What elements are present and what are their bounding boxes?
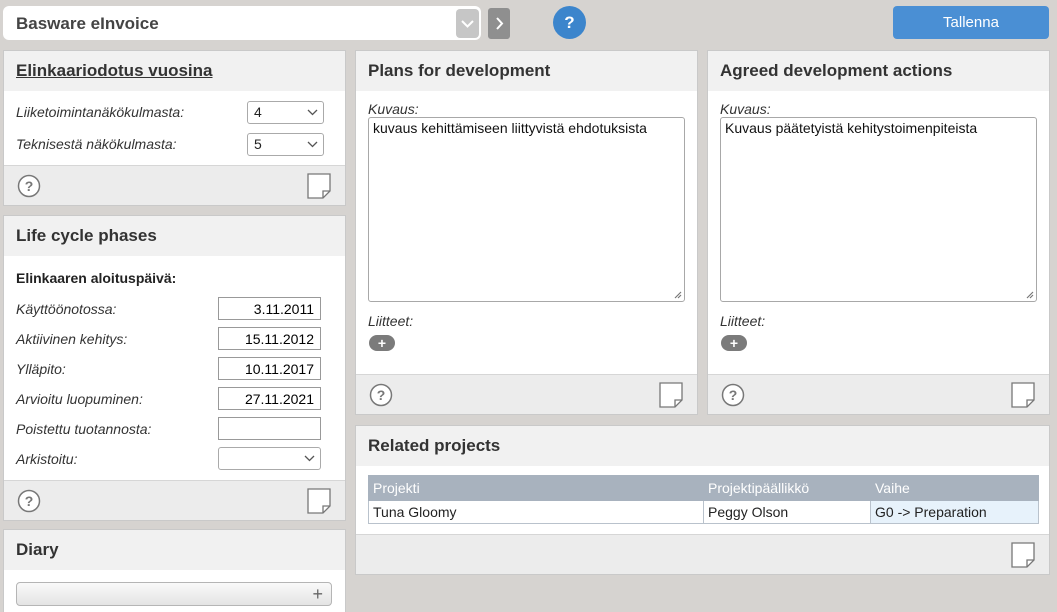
business-perspective-label: Liiketoimintanäkökulmasta: (16, 104, 185, 120)
table-row[interactable]: Tuna Gloomy Peggy Olson G0 -> Preparatio… (368, 500, 1039, 524)
diary-title: Diary (4, 530, 345, 570)
phase-label: Arkistoitu: (16, 451, 78, 467)
chevron-right-icon (496, 17, 504, 30)
phase-date-field[interactable] (218, 357, 321, 380)
panel-footer: ? (4, 165, 345, 205)
phase-label: Käyttöönotossa: (16, 301, 117, 317)
agreed-description-value: Kuvaus päätetyistä kehitystoimenpiteista (725, 120, 978, 136)
business-perspective-select[interactable]: 4 (247, 101, 324, 124)
lifecycle-forecast-panel: Elinkaariodotus vuosina Liiketoimintanäk… (3, 50, 346, 206)
phase-cell[interactable]: G0 -> Preparation (870, 500, 1039, 524)
resize-grip-icon[interactable] (674, 291, 682, 299)
agreed-actions-title: Agreed development actions (708, 51, 1049, 91)
lifecycle-start-heading: Elinkaaren aloituspäivä: (16, 270, 177, 286)
system-title: Basware eInvoice (16, 14, 159, 33)
help-icon[interactable]: ? (17, 489, 41, 513)
chevron-down-icon (307, 141, 318, 148)
phase-date-field[interactable] (218, 297, 321, 320)
svg-text:?: ? (377, 387, 386, 403)
archived-select[interactable] (218, 447, 321, 470)
technical-perspective-select[interactable]: 5 (247, 133, 324, 156)
panel-footer: ? (356, 374, 697, 414)
related-projects-table: Projekti Projektipäällikkö Vaihe Tuna Gl… (368, 475, 1039, 524)
project-cell[interactable]: Tuna Gloomy (368, 500, 704, 524)
attachments-label: Liitteet: (720, 313, 766, 329)
life-cycle-phases-panel: Life cycle phases Elinkaaren aloituspäiv… (3, 215, 346, 521)
related-projects-title: Related projects (356, 426, 1049, 466)
help-icon[interactable]: ? (721, 383, 745, 407)
agreed-description-textarea[interactable]: Kuvaus päätetyistä kehitystoimenpiteista (720, 117, 1037, 302)
add-attachment-button[interactable]: + (369, 335, 395, 351)
diary-panel: Diary + (3, 529, 346, 612)
related-projects-panel: Related projects Projekti Projektipäälli… (355, 425, 1050, 575)
attachments-label: Liitteet: (368, 313, 414, 329)
add-attachment-button[interactable]: + (721, 335, 747, 351)
business-perspective-value: 4 (254, 104, 262, 120)
table-header-row: Projekti Projektipäällikkö Vaihe (368, 475, 1039, 501)
agreed-actions-panel: Agreed development actions Kuvaus: Kuvau… (707, 50, 1050, 415)
chevron-down-icon (304, 455, 315, 462)
phase-label: Arvioitu luopuminen: (16, 391, 143, 407)
document-icon[interactable] (1011, 542, 1035, 568)
column-header-phase[interactable]: Vaihe (870, 475, 1039, 501)
help-icon[interactable]: ? (369, 383, 393, 407)
phase-label: Aktiivinen kehitys: (16, 331, 128, 347)
column-header-project[interactable]: Projekti (368, 475, 704, 501)
technical-perspective-label: Teknisestä näkökulmasta: (16, 136, 177, 152)
system-selector[interactable]: Basware eInvoice (3, 6, 481, 40)
document-icon[interactable] (659, 382, 683, 408)
plus-icon: + (312, 584, 323, 604)
chevron-down-icon (461, 20, 474, 28)
resize-grip-icon[interactable] (1026, 291, 1034, 299)
phase-date-field[interactable] (218, 327, 321, 350)
diary-add-bar[interactable]: + (16, 582, 332, 606)
save-button[interactable]: Tallenna (893, 6, 1049, 39)
plans-description-value: kuvaus kehittämiseen liittyvistä ehdotuk… (373, 120, 647, 136)
phase-label: Ylläpito: (16, 361, 66, 377)
phase-date-field[interactable] (218, 417, 321, 440)
description-label: Kuvaus: (720, 101, 771, 117)
phase-date-field[interactable] (218, 387, 321, 410)
lifecycle-forecast-header: Elinkaariodotus vuosina (4, 51, 345, 91)
help-button[interactable]: ? (553, 6, 586, 39)
plans-panel: Plans for development Kuvaus: kuvaus keh… (355, 50, 698, 415)
lifecycle-forecast-title[interactable]: Elinkaariodotus vuosina (16, 61, 213, 80)
project-manager-cell[interactable]: Peggy Olson (703, 500, 871, 524)
next-button[interactable] (488, 8, 510, 39)
column-header-project-manager[interactable]: Projektipäällikkö (703, 475, 871, 501)
svg-text:?: ? (25, 493, 34, 509)
system-dropdown-toggle[interactable] (456, 9, 479, 38)
document-icon[interactable] (307, 173, 331, 199)
description-label: Kuvaus: (368, 101, 419, 117)
panel-footer (356, 534, 1049, 574)
document-icon[interactable] (307, 488, 331, 514)
help-icon[interactable]: ? (17, 174, 41, 198)
technical-perspective-value: 5 (254, 136, 262, 152)
document-icon[interactable] (1011, 382, 1035, 408)
phase-label: Poistettu tuotannosta: (16, 421, 152, 437)
svg-text:?: ? (25, 178, 34, 194)
panel-footer: ? (4, 480, 345, 520)
svg-text:?: ? (729, 387, 738, 403)
plans-description-textarea[interactable]: kuvaus kehittämiseen liittyvistä ehdotuk… (368, 117, 685, 302)
panel-footer: ? (708, 374, 1049, 414)
chevron-down-icon (307, 109, 318, 116)
plans-title: Plans for development (356, 51, 697, 91)
life-cycle-phases-title: Life cycle phases (4, 216, 345, 256)
